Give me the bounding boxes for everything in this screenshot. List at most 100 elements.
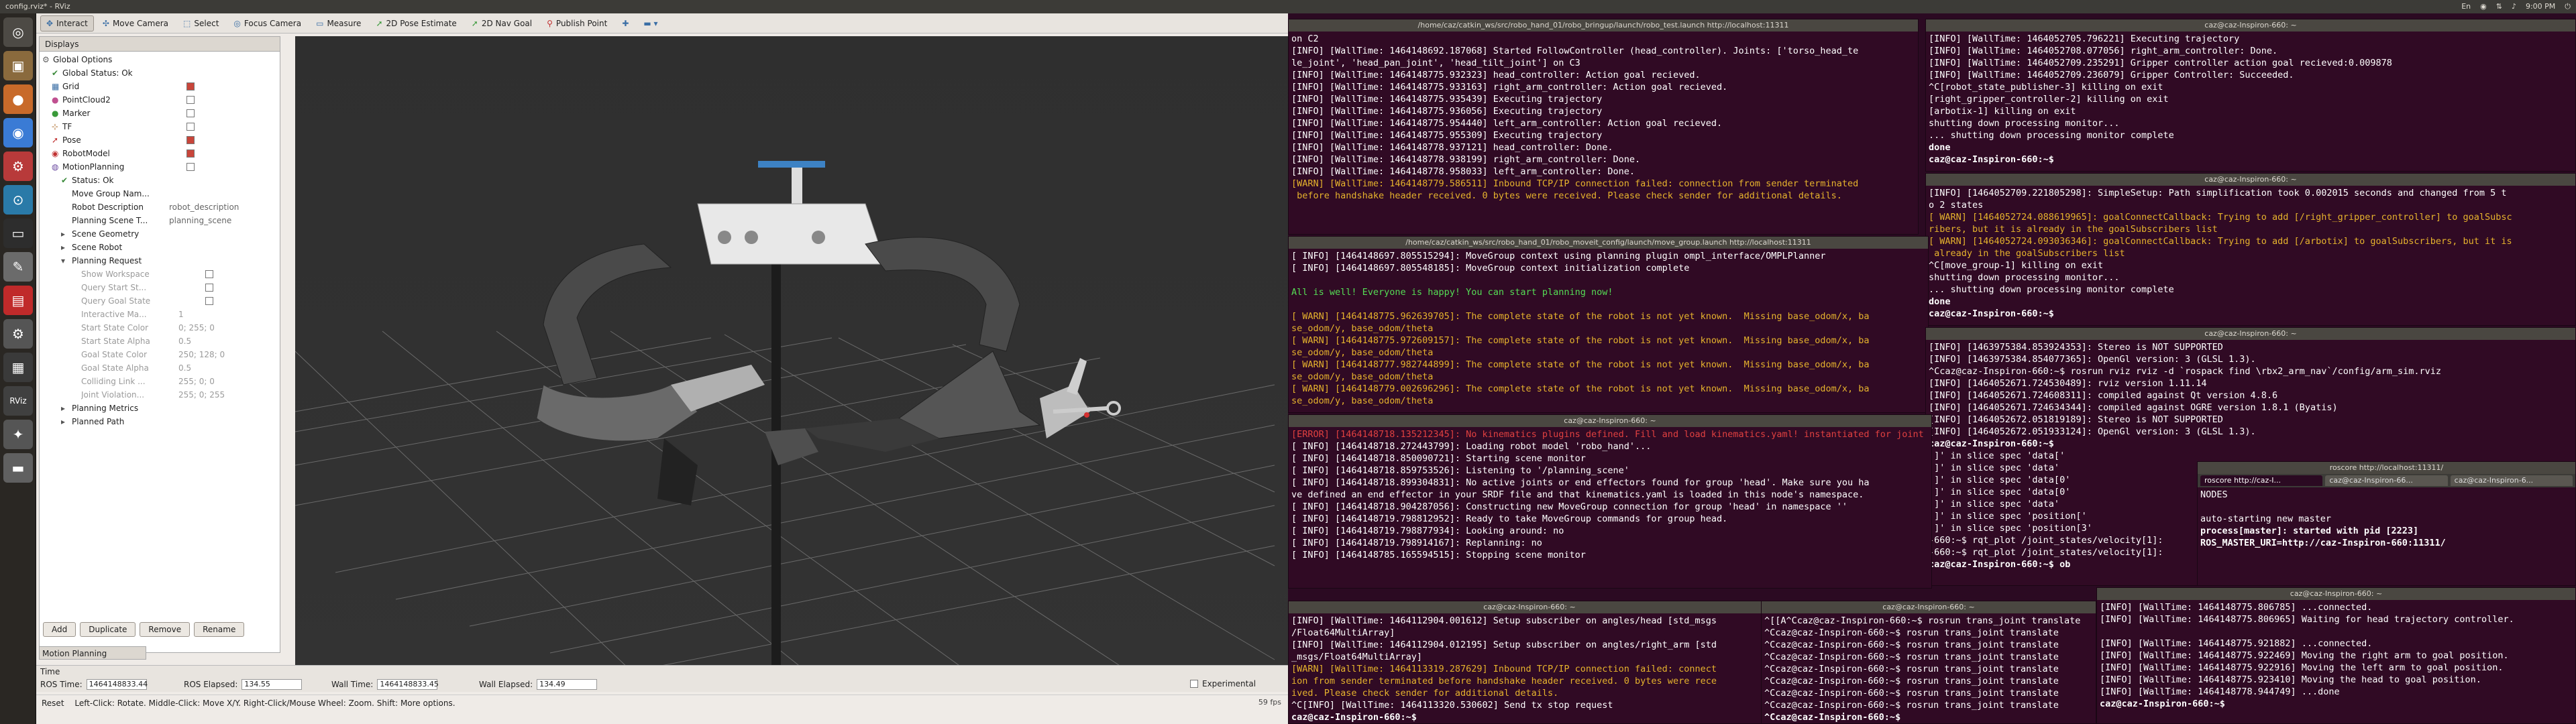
display-row[interactable]: Query Start St... (42, 281, 277, 294)
network-tool-icon[interactable]: ⊙ (3, 185, 33, 215)
settings2-icon[interactable]: ✦ (3, 420, 33, 449)
volume-icon[interactable]: ♪ (2512, 0, 2516, 13)
display-row[interactable]: ▦ Grid (42, 80, 277, 93)
display-row[interactable]: ⚙ Global Options (42, 53, 277, 66)
display-row[interactable]: Start State Color 0; 255; 0 (42, 321, 277, 335)
chrome-icon[interactable]: ◉ (3, 118, 33, 147)
terminal-roscore[interactable]: roscore http://localhost:11311/ roscore … (2197, 461, 2576, 586)
display-checkbox[interactable] (205, 284, 213, 292)
display-checkbox[interactable] (205, 297, 213, 305)
add-button[interactable]: Add (43, 622, 76, 637)
ros-elapsed-value[interactable]: 134.55 (241, 679, 303, 690)
3d-viewport[interactable] (295, 36, 1288, 670)
terminal-robo-test[interactable]: /home/caz/catkin_ws/src/robo_hand_01/rob… (1288, 19, 1919, 235)
tool-move-camera[interactable]: ✣ Move Camera (97, 15, 174, 32)
display-row[interactable]: Goal State Alpha 0.5 (42, 361, 277, 375)
display-row[interactable]: ▸ Scene Robot (42, 241, 277, 254)
display-row[interactable]: Start State Alpha 0.5 (42, 335, 277, 348)
settings-icon[interactable]: ⚙ (3, 152, 33, 181)
tool-interact[interactable]: ✥ Interact (40, 15, 94, 32)
terminal-head-trajectory[interactable]: caz@caz-Inspiron-660: ~ [INFO] [WallTime… (2096, 587, 2576, 724)
display-row[interactable]: Move Group Nam... (42, 187, 277, 200)
dash-icon[interactable]: ◎ (3, 17, 33, 47)
display-row[interactable]: ◉ RobotModel (42, 147, 277, 160)
terminal-subscriber[interactable]: caz@caz-Inspiron-660: ~ [INFO] [WallTime… (1288, 601, 1771, 724)
display-row[interactable]: Interactive Ma... 1 (42, 308, 277, 321)
terminal-icon[interactable]: ▭ (3, 219, 33, 248)
tool-options[interactable]: ▬ ▾ (637, 15, 663, 32)
display-row[interactable]: ▾ Planning Request (42, 254, 277, 267)
display-row[interactable]: ▸ Scene Geometry (42, 227, 277, 241)
clock[interactable]: 9:00 PM (2526, 0, 2555, 13)
terminal-tab[interactable]: caz@caz-Inspiron-66... (2325, 475, 2448, 486)
display-row[interactable]: ✔ Global Status: Ok (42, 66, 277, 80)
display-checkbox[interactable] (186, 136, 195, 144)
battery-icon[interactable]: ◉ (2480, 0, 2487, 13)
network-icon[interactable]: ⇅ (2496, 0, 2502, 13)
firefox-icon[interactable]: ● (3, 84, 33, 114)
display-row-label: Planning Metrics (72, 404, 139, 413)
display-row[interactable]: Colliding Link ... 255; 0; 0 (42, 375, 277, 388)
display-row[interactable]: ● Marker (42, 107, 277, 120)
terminal-gripper[interactable]: caz@caz-Inspiron-660: ~ [INFO] [WallTime… (1925, 19, 2576, 172)
terminal-tab[interactable]: roscore http://caz-I... (2200, 475, 2323, 486)
display-row[interactable]: ● PointCloud2 (42, 93, 277, 107)
terminal-scene-monitor[interactable]: caz@caz-Inspiron-660: ~ [ERROR] [1464148… (1288, 414, 1932, 589)
system-settings-icon[interactable]: ⚙ (3, 319, 33, 349)
display-checkbox[interactable] (186, 96, 195, 104)
software-icon[interactable]: ▦ (3, 353, 33, 382)
display-checkbox[interactable] (186, 123, 195, 131)
files-icon[interactable]: ▣ (3, 51, 33, 80)
display-row[interactable]: ▸ Planned Path (42, 415, 277, 428)
display-row[interactable]: ◍ MotionPlanning (42, 160, 277, 174)
terminal-line: ived. Please check sender for additional… (1291, 688, 1559, 699)
keyboard-icon[interactable]: En (2461, 0, 2471, 13)
motion-planning-tab[interactable]: Motion Planning (39, 646, 146, 660)
drive-icon[interactable]: ▬ (3, 453, 33, 483)
display-checkbox[interactable] (205, 270, 213, 278)
tool-add[interactable]: ✚ (616, 15, 635, 32)
display-checkbox[interactable] (186, 149, 195, 158)
wall-time-value[interactable]: 1464148833.45 (377, 679, 439, 690)
status-bar: Reset Left-Click: Rotate. Middle-Click: … (36, 695, 1288, 711)
display-checkbox[interactable] (186, 163, 195, 171)
display-row[interactable]: Robot Description robot_description (42, 200, 277, 214)
display-row[interactable]: Goal State Color 250; 128; 0 (42, 348, 277, 361)
ros-time-value[interactable]: 1464148833.44 (86, 679, 148, 690)
tool-select[interactable]: ⬚ Select (177, 15, 225, 32)
pdf-icon[interactable]: ▤ (3, 286, 33, 315)
tool-2d-nav-goal[interactable]: ➚ 2D Nav Goal (466, 15, 538, 32)
experimental-checkbox[interactable]: Experimental (1190, 679, 1256, 688)
terminal-line: ^Ccaz@caz-Inspiron-660:~$ rosrun trans_j… (1764, 627, 2059, 638)
terminal-move-group[interactable]: /home/caz/catkin_ws/src/robo_hand_01/rob… (1288, 236, 1929, 413)
wall-elapsed-value[interactable]: 134.49 (537, 679, 598, 690)
display-row[interactable]: ➚ Pose (42, 133, 277, 147)
tool-measure[interactable]: ▭ Measure (310, 15, 367, 32)
display-icon (61, 200, 72, 214)
terminal-translate[interactable]: caz@caz-Inspiron-660: ~ ^[[A^Ccaz@caz-In… (1761, 601, 2096, 724)
display-row[interactable]: Planning Scene T... planning_scene (42, 214, 277, 227)
display-checkbox[interactable] (186, 82, 195, 90)
display-row[interactable]: ✔ Status: Ok (42, 174, 277, 187)
display-row[interactable]: ▸ Planning Metrics (42, 402, 277, 415)
display-row[interactable]: Show Workspace (42, 267, 277, 281)
terminal-line: [INFO] [WallTime: 1464052709.236079] Gri… (1929, 70, 2294, 80)
text-editor-icon[interactable]: ✎ (3, 252, 33, 282)
terminal-simplesetup[interactable]: caz@caz-Inspiron-660: ~ [INFO] [14640527… (1925, 173, 2576, 326)
terminal-line: done (1929, 296, 1951, 307)
tool-2d-pose-estimate[interactable]: ➚ 2D Pose Estimate (370, 15, 462, 32)
tool-focus-camera[interactable]: ◎ Focus Camera (227, 15, 307, 32)
rename-button[interactable]: Rename (194, 622, 245, 637)
remove-button[interactable]: Remove (140, 622, 191, 637)
display-row[interactable]: Joint Violation... 255; 0; 255 (42, 388, 277, 402)
power-icon[interactable]: ⏻ (2565, 0, 2571, 13)
terminal-tab[interactable]: caz@caz-Inspiron-6... (2450, 475, 2573, 486)
rviz-icon[interactable]: RViz (3, 386, 33, 416)
tool-publish-point[interactable]: ⚲ Publish Point (541, 15, 613, 32)
reset-button[interactable]: Reset (42, 699, 64, 708)
display-row[interactable]: Query Goal State (42, 294, 277, 308)
display-row[interactable]: ⊹ TF (42, 120, 277, 133)
duplicate-button[interactable]: Duplicate (80, 622, 136, 637)
display-checkbox[interactable] (186, 109, 195, 117)
